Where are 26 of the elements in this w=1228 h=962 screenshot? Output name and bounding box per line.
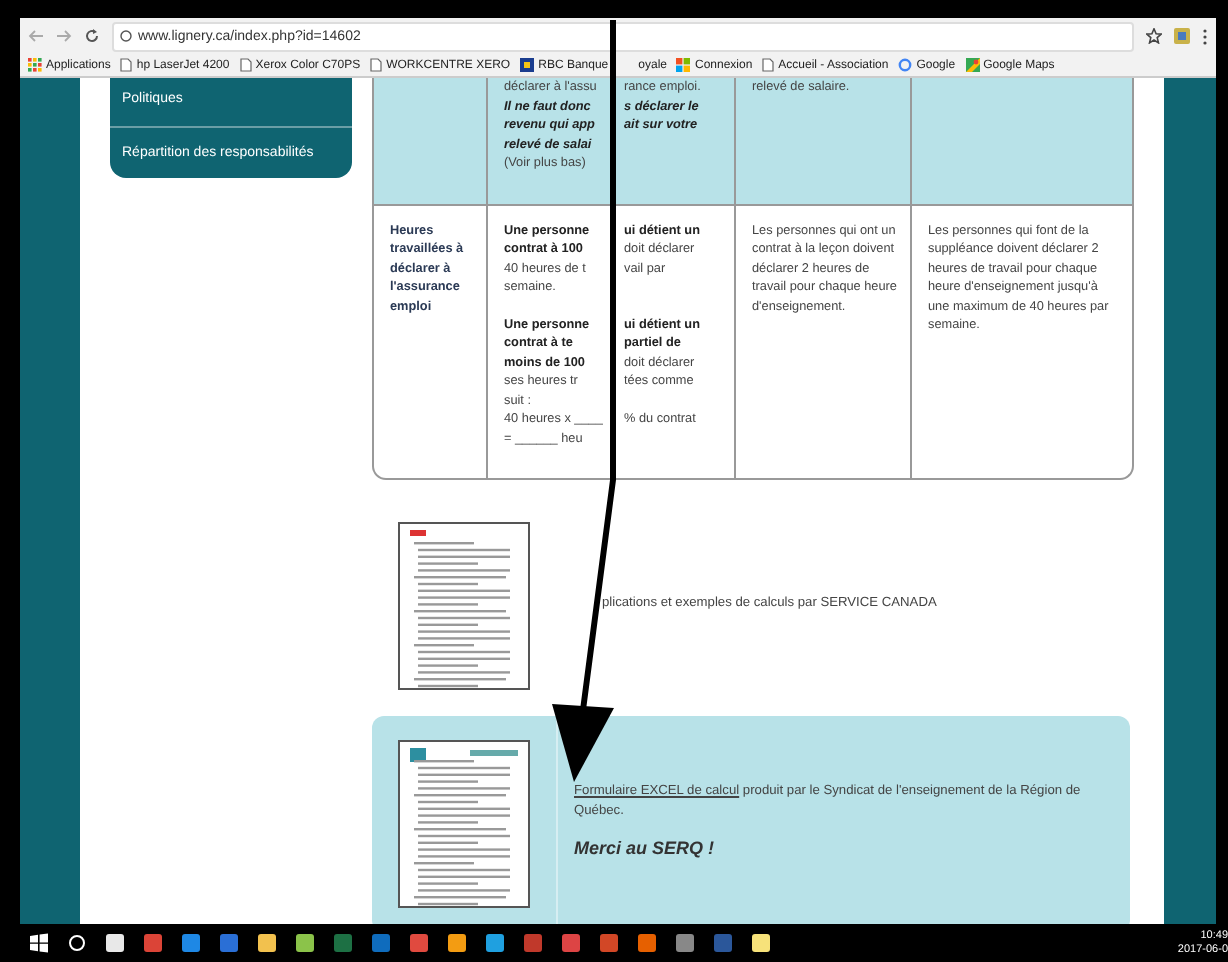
google-icon <box>898 58 913 72</box>
app-icon[interactable] <box>104 932 126 954</box>
app-icon[interactable] <box>636 932 658 954</box>
app-icon[interactable] <box>674 932 696 954</box>
app-icon[interactable] <box>446 932 468 954</box>
thanks-note: Merci au SERQ ! <box>574 838 717 858</box>
windows-icon <box>676 58 691 72</box>
reload-icon[interactable] <box>84 28 100 44</box>
document-thumbnail[interactable] <box>398 522 530 690</box>
app-icon[interactable] <box>750 932 772 954</box>
app-icon[interactable] <box>294 932 316 954</box>
search-icon[interactable] <box>66 932 88 954</box>
menu-icon[interactable] <box>1202 27 1208 45</box>
apps-icon <box>28 58 42 72</box>
map-icon <box>965 58 980 72</box>
star-icon[interactable] <box>1146 28 1162 44</box>
page-icon <box>370 58 383 72</box>
page-icon <box>120 58 133 72</box>
document-thumbnail[interactable] <box>398 740 530 908</box>
page-icon <box>239 58 252 72</box>
page-icon <box>762 58 775 72</box>
windows-icon[interactable] <box>28 932 50 954</box>
app-icon[interactable] <box>256 932 278 954</box>
info-icon <box>120 30 132 42</box>
app-icon[interactable] <box>484 932 506 954</box>
shield-icon <box>520 58 535 72</box>
